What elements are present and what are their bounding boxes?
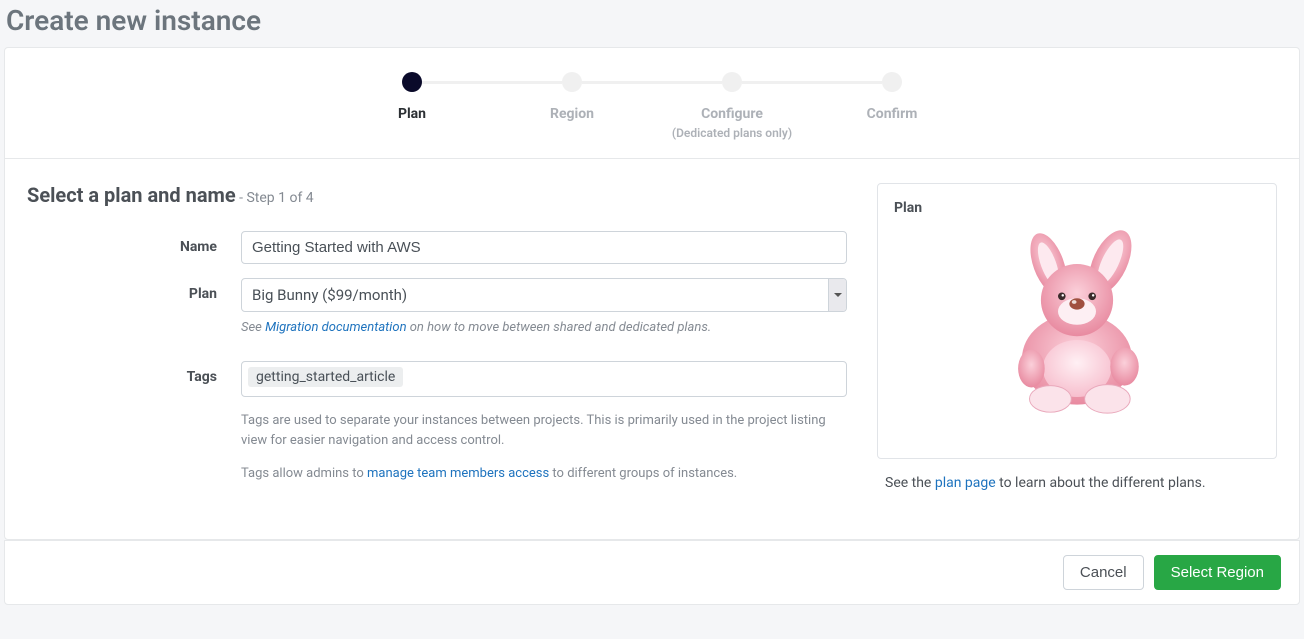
plan-card-title: Plan <box>894 200 1260 216</box>
step-label: Region <box>492 106 652 122</box>
step-dot-icon <box>562 72 582 92</box>
select-region-button[interactable]: Select Region <box>1154 555 1281 590</box>
name-label: Name <box>27 231 241 255</box>
wizard-card: Plan Region Configure (Dedicated plans o… <box>4 47 1300 540</box>
step-connector <box>582 81 722 84</box>
plan-page-hint: See the plan page to learn about the dif… <box>877 475 1277 491</box>
plan-mascot <box>894 226 1260 420</box>
step-label: Plan <box>332 106 492 122</box>
manage-access-link[interactable]: manage team members access <box>367 466 549 481</box>
migration-doc-link[interactable]: Migration documentation <box>265 320 406 335</box>
tags-hint-2: Tags allow admins to manage team members… <box>241 464 847 484</box>
step-sublabel: (Dedicated plans only) <box>652 126 812 140</box>
stepper: Plan Region Configure (Dedicated plans o… <box>5 48 1299 159</box>
content-area: Select a plan and name - Step 1 of 4 Nam… <box>5 159 1299 539</box>
step-label: Confirm <box>812 106 972 122</box>
plan-label: Plan <box>27 278 241 302</box>
plan-page-link[interactable]: plan page <box>935 475 996 491</box>
step-confirm[interactable]: Confirm <box>812 72 972 122</box>
step-dot-icon <box>722 72 742 92</box>
step-label: Configure <box>652 106 812 122</box>
form-column: Select a plan and name - Step 1 of 4 Nam… <box>27 183 847 515</box>
tags-input[interactable]: getting_started_article <box>241 361 847 397</box>
form-row-name: Name <box>27 231 847 264</box>
form-row-plan: Plan Big Bunny ($99/month) See Migration… <box>27 278 847 335</box>
section-heading: Select a plan and name <box>27 183 236 207</box>
wizard-footer: Cancel Select Region <box>4 540 1300 605</box>
step-plan[interactable]: Plan <box>332 72 492 122</box>
step-connector <box>742 81 882 84</box>
tags-label: Tags <box>27 361 241 385</box>
step-region[interactable]: Region <box>492 72 652 122</box>
name-input[interactable] <box>241 231 847 264</box>
plan-preview-column: Plan <box>877 183 1277 515</box>
form-row-tags: Tags getting_started_article Tags are us… <box>27 361 847 484</box>
section-step-indicator: - Step 1 of 4 <box>239 190 314 206</box>
form: Name Plan Big Bunny ($99/month) See Migr… <box>27 231 847 484</box>
page-title: Create new instance <box>0 0 1304 47</box>
section-header: Select a plan and name - Step 1 of 4 <box>27 183 847 207</box>
tags-hint-1: Tags are used to separate your instances… <box>241 411 847 450</box>
step-connector <box>422 81 562 84</box>
tag-chip[interactable]: getting_started_article <box>248 367 403 387</box>
plan-select[interactable]: Big Bunny ($99/month) <box>241 278 847 312</box>
step-dot-icon <box>882 72 902 92</box>
chevron-down-icon <box>828 279 846 311</box>
plan-hint: See Migration documentation on how to mo… <box>241 320 847 335</box>
bunny-icon <box>982 226 1172 416</box>
plan-select-value: Big Bunny ($99/month) <box>242 279 828 311</box>
plan-preview-card: Plan <box>877 183 1277 459</box>
cancel-button[interactable]: Cancel <box>1063 555 1144 590</box>
step-dot-icon <box>402 72 422 92</box>
